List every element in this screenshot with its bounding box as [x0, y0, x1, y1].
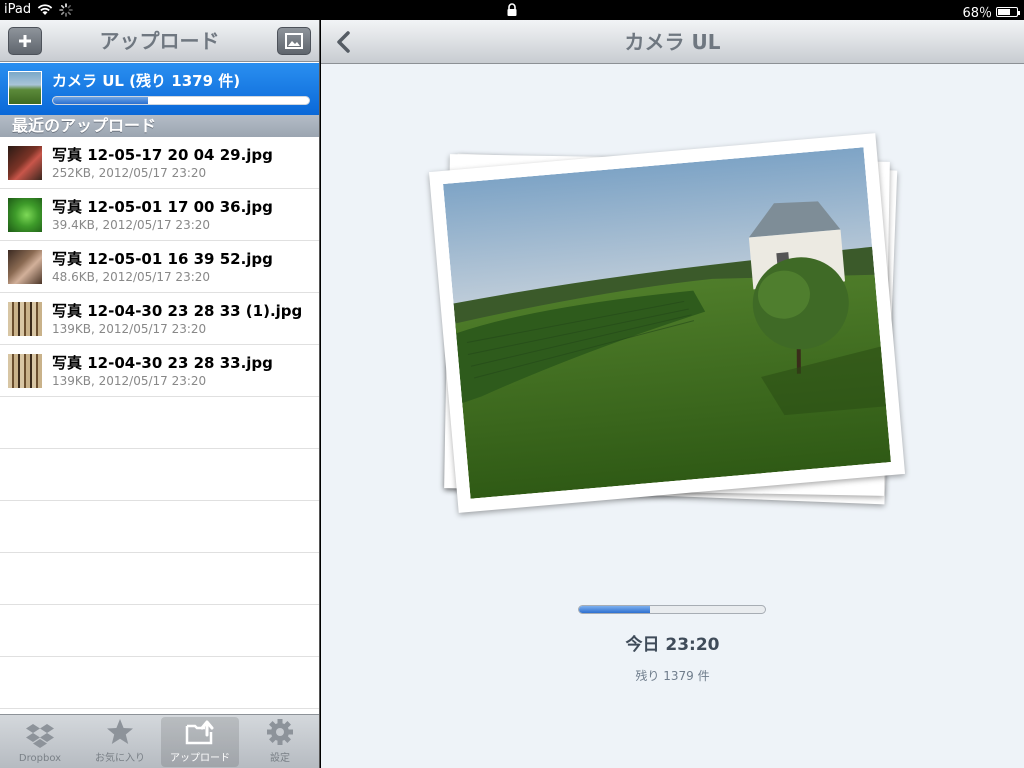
file-meta: 39.4KB, 2012/05/17 23:20 [52, 218, 211, 232]
sidebar-navbar: アップロード [0, 20, 319, 62]
upload-time: 今日 23:20 [625, 635, 720, 655]
file-name: 写真 12-05-17 20 04 29.jpg [52, 146, 273, 164]
empty-row [0, 501, 319, 553]
empty-row [0, 397, 319, 449]
file-thumbnail [8, 354, 42, 388]
main-progress-bar [578, 605, 766, 614]
file-meta: 48.6KB, 2012/05/17 23:20 [52, 270, 211, 284]
file-name: 写真 12-05-01 16 39 52.jpg [52, 250, 273, 268]
recent-upload-row[interactable]: 写真 12-04-30 23 28 33.jpg 139KB, 2012/05/1… [0, 345, 319, 397]
recent-upload-row[interactable]: 写真 12-05-01 16 39 52.jpg 48.6KB, 2012/05/… [0, 241, 319, 293]
recent-upload-row[interactable]: 写真 12-04-30 23 28 33 (1).jpg 139KB, 2012/… [0, 293, 319, 345]
battery-percentage: 68％ [962, 6, 992, 21]
current-upload-label: カメラ UL (残り 1379 件) [52, 72, 241, 90]
tab-label: お気に入り [95, 753, 145, 764]
current-upload-item[interactable]: カメラ UL (残り 1379 件) [0, 63, 319, 115]
sidebar: アップロード カメラ UL (残り 1379 件) 最近のアップロード 写真 1… [0, 20, 320, 768]
recent-upload-row[interactable]: 写真 12-05-17 20 04 29.jpg 252KB, 2012/05/1… [0, 137, 319, 189]
file-thumbnail [8, 146, 42, 180]
photo-preview-stack [428, 133, 911, 528]
status-bar: iPad 68％ [0, 0, 1024, 21]
tab-star[interactable]: お気に入り [81, 717, 159, 767]
status-left: iPad [4, 2, 73, 17]
file-thumbnail [8, 250, 42, 284]
empty-row [0, 657, 319, 709]
photo-icon [285, 33, 303, 49]
star-icon [105, 717, 135, 747]
current-upload-progress-bar [52, 96, 310, 105]
main-navbar: カメラ UL [321, 20, 1024, 64]
file-name: 写真 12-04-30 23 28 33 (1).jpg [52, 302, 303, 320]
tab-bar: Dropbox お気に入り アップロード 設定 [0, 714, 319, 768]
photo-content-graphic [443, 147, 891, 499]
file-thumbnail [8, 302, 42, 336]
file-name: 写真 12-05-01 17 00 36.jpg [52, 198, 273, 216]
tab-label: アップロード [170, 753, 230, 764]
status-right: 68％ [962, 2, 1020, 21]
recent-uploads-header: 最近のアップロード [0, 115, 319, 137]
activity-spinner-icon [59, 2, 73, 17]
empty-row [0, 605, 319, 657]
recent-uploads-list: 写真 12-05-17 20 04 29.jpg 252KB, 2012/05/1… [0, 137, 319, 709]
current-upload-thumbnail [8, 71, 42, 105]
dropbox-icon [25, 721, 55, 751]
file-meta: 252KB, 2012/05/17 23:20 [52, 166, 207, 180]
photo-picker-button[interactable] [277, 27, 311, 55]
file-meta: 139KB, 2012/05/17 23:20 [52, 374, 207, 388]
file-thumbnail [8, 198, 42, 232]
gear-icon [265, 717, 295, 747]
tab-label: 設定 [270, 753, 290, 764]
device-name: iPad [4, 2, 32, 17]
battery-icon [996, 6, 1020, 17]
wifi-icon [37, 3, 53, 15]
tab-label: Dropbox [18, 753, 62, 764]
upload-icon [185, 717, 215, 747]
lock-icon [507, 3, 517, 16]
main-pane: カメラ UL 今日 23:20 残り 1379 件 [321, 20, 1024, 768]
file-meta: 139KB, 2012/05/17 23:20 [52, 322, 207, 336]
empty-row [0, 553, 319, 605]
file-name: 写真 12-04-30 23 28 33.jpg [52, 354, 273, 372]
tab-dropbox[interactable]: Dropbox [1, 717, 79, 767]
empty-row [0, 449, 319, 501]
tab-upload[interactable]: アップロード [161, 717, 239, 767]
tab-gear[interactable]: 設定 [241, 717, 319, 767]
barn-landscape-photo [443, 147, 891, 499]
recent-upload-row[interactable]: 写真 12-05-01 17 00 36.jpg 39.4KB, 2012/05/… [0, 189, 319, 241]
remaining-count: 残り 1379 件 [635, 669, 710, 683]
sidebar-title: アップロード [99, 29, 220, 53]
photo-frame[interactable] [428, 133, 906, 513]
main-title: カメラ UL [624, 30, 721, 54]
